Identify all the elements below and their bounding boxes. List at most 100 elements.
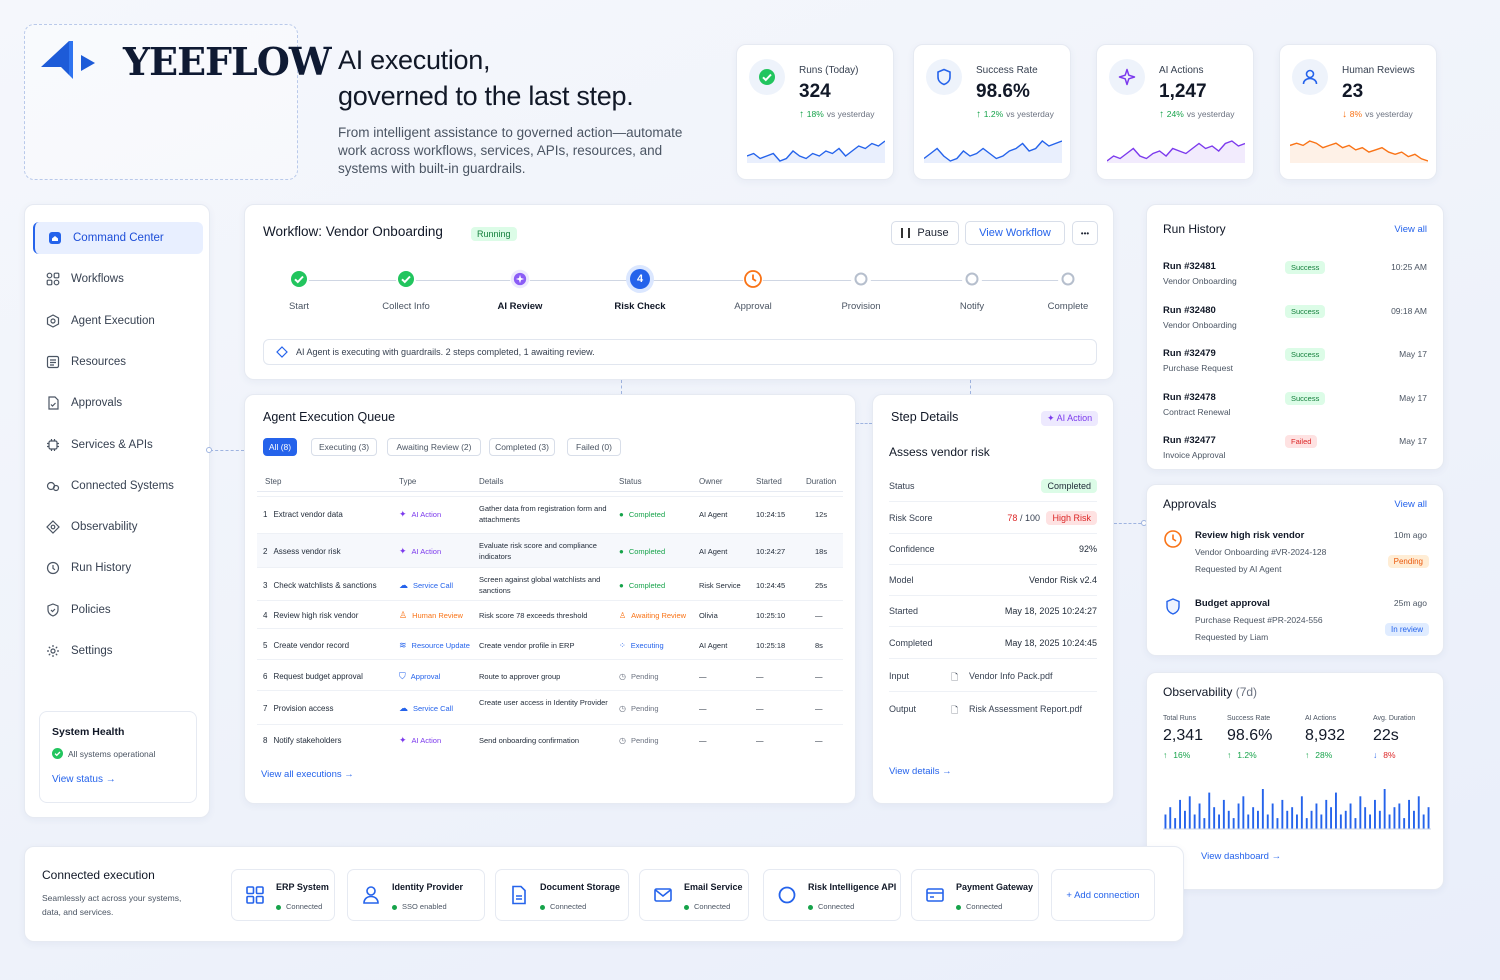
row-status: ◷ Pending: [619, 703, 659, 714]
workflow-step[interactable]: 4 Risk Check: [590, 269, 690, 312]
detail-output-row[interactable]: Output 🗋 Risk Assessment Report.pdf: [889, 694, 1097, 725]
row-number: 2: [263, 547, 268, 556]
connected-system-card[interactable]: Risk Intelligence API Connected: [763, 869, 901, 921]
workflow-step[interactable]: Complete: [1018, 269, 1118, 312]
workflow-step[interactable]: Notify: [922, 269, 1022, 312]
workflow-step[interactable]: Start: [249, 269, 349, 312]
row-started: —: [756, 671, 764, 681]
sidebar-item-services-apis[interactable]: Services & APIs: [33, 429, 203, 461]
queue-tab[interactable]: Completed (3): [489, 438, 555, 456]
view-workflow-button[interactable]: View Workflow: [965, 221, 1065, 245]
table-row[interactable]: 7 Provision access ☁ Service Call Create use…: [257, 690, 843, 724]
connected-system-card[interactable]: ERP System Connected: [231, 869, 335, 921]
sidebar-item-settings[interactable]: Settings: [33, 635, 203, 667]
connected-system-card[interactable]: Identity Provider SSO enabled: [347, 869, 485, 921]
metric-label: Success Rate: [1227, 715, 1271, 722]
observability-bar-chart: [1163, 789, 1431, 830]
approvals-view-all-link[interactable]: View all: [1394, 499, 1427, 510]
table-row[interactable]: 6 Request budget approval ⛉ Approval Route t…: [257, 659, 843, 690]
workflow-step-label: Notify: [959, 301, 985, 312]
detail-input-row[interactable]: Input 🗋 Vendor Info Pack.pdf: [889, 661, 1097, 692]
row-duration: —: [815, 671, 823, 681]
table-row[interactable]: 4 Review high risk vendor ♙ Human Review Ris…: [257, 600, 843, 628]
row-started: 10:24:15: [756, 510, 786, 519]
sidebar-item-workflows[interactable]: Workflows: [33, 263, 203, 295]
observability-metric: Avg. Duration 22s ↓ 8%: [1373, 715, 1415, 760]
observability-bar: [1266, 814, 1269, 829]
output-file-name[interactable]: Risk Assessment Report.pdf: [969, 704, 1082, 714]
view-status-link[interactable]: View status →: [52, 774, 116, 785]
view-dashboard-link[interactable]: View dashboard →: [1201, 851, 1281, 862]
table-row[interactable]: 3 Check watchlists & sanctions ☁ Service Ca…: [257, 567, 843, 600]
observability-bar: [1374, 799, 1376, 829]
row-duration: —: [815, 735, 823, 745]
queue-tab[interactable]: Awaiting Review (2): [387, 438, 481, 456]
row-details: Create vendor profile in ERP: [479, 640, 575, 650]
connected-system-card[interactable]: Payment Gateway Connected: [911, 869, 1039, 921]
row-number: 8: [263, 735, 268, 745]
sidebar-item-run-history[interactable]: Run History: [33, 552, 203, 584]
ai-action-badge-label: AI Action: [1056, 413, 1093, 423]
stat-card[interactable]: Runs (Today) 324 ↑ 18% vs yesterday: [736, 44, 894, 180]
observability-panel: Observability (7d) Total Runs 2,341 ↑ 16% Su…: [1146, 672, 1444, 890]
more-options-button[interactable]: •••: [1072, 221, 1098, 245]
detail-value: May 18, 2025 10:24:27: [1004, 606, 1097, 616]
sidebar-item-agent-execution[interactable]: Agent Execution: [33, 305, 203, 337]
workflow-step-label: AI Review: [497, 301, 543, 312]
workflow-panel: Workflow: Vendor Onboarding Running Paus…: [244, 204, 1114, 380]
arrow-down-icon: ↓: [1342, 109, 1350, 120]
row-owner: AI Agent: [699, 510, 728, 519]
table-row[interactable]: 8 Notify stakeholders ✦ AI Action Send onboa…: [257, 724, 843, 753]
table-row[interactable]: 1 Extract vendor data ✦ AI Action Gather dat…: [257, 496, 843, 530]
workflow-step[interactable]: Collect Info: [356, 269, 456, 312]
approval-item[interactable]: Budget approval Purchase Request #PR-2024…: [1163, 595, 1429, 655]
row-type: ✦ AI Action: [399, 546, 441, 557]
sidebar-item-command-center[interactable]: Command Center: [33, 222, 203, 254]
connected-system-name: Risk Intelligence API: [808, 882, 897, 892]
row-step: 5 Create vendor record: [263, 640, 349, 651]
row-details: Risk score 78 exceeds threshold: [479, 611, 588, 620]
table-row[interactable]: 2 Assess vendor risk ✦ AI Action Evaluate ri…: [257, 533, 843, 567]
run-history-item[interactable]: Run #32478 Contract Renewal Success May 17: [1163, 390, 1429, 433]
sidebar-item-label: Agent Execution: [71, 314, 155, 327]
stat-value: 1,247: [1159, 81, 1207, 102]
connected-system-card[interactable]: Email Service Connected: [639, 869, 749, 921]
input-file-name[interactable]: Vendor Info Pack.pdf: [969, 671, 1053, 681]
approval-item[interactable]: Review high risk vendor Vendor Onboarding…: [1163, 527, 1429, 587]
run-history-item[interactable]: Run #32477 Invoice Approval Failed May 17: [1163, 433, 1429, 476]
run-history-item[interactable]: Run #32480 Vendor Onboarding Success 09:18 …: [1163, 303, 1429, 346]
run-workflow-name: Invoice Approval: [1163, 450, 1226, 460]
workflow-step[interactable]: Provision: [811, 269, 911, 312]
view-all-executions-link[interactable]: View all executions →: [261, 769, 354, 780]
run-history-item[interactable]: Run #32481 Vendor Onboarding Success 10:25 …: [1163, 259, 1429, 302]
sidebar-item-approvals[interactable]: Approvals: [33, 387, 203, 419]
metric-delta: ↑ 16%: [1163, 750, 1203, 760]
row-started: 10:24:45: [756, 580, 786, 590]
queue-tab[interactable]: Executing (3): [311, 438, 377, 456]
stat-card[interactable]: AI Actions 1,247 ↑ 24% vs yesterday: [1096, 44, 1254, 180]
sidebar-item-connected-systems[interactable]: Connected Systems: [33, 470, 203, 502]
add-connection-button[interactable]: + Add connection: [1051, 869, 1155, 921]
sidebar-item-observability[interactable]: Observability: [33, 511, 203, 543]
table-row[interactable]: 5 Create vendor record ≋ Resource Update Cre…: [257, 628, 843, 659]
workflow-step[interactable]: Approval: [703, 269, 803, 312]
link-icon: [45, 478, 61, 494]
sidebar-item-resources[interactable]: Resources: [33, 346, 203, 378]
connected-system-card[interactable]: Document Storage Connected: [495, 869, 629, 921]
workflow-step[interactable]: AI Review: [470, 269, 570, 312]
stat-card[interactable]: Human Reviews 23 ↓ 8% vs yesterday: [1279, 44, 1437, 180]
connector-line: [856, 423, 872, 424]
queue-tab[interactable]: Failed (0): [567, 438, 621, 456]
awaiting-review-icon: ♙: [619, 611, 627, 620]
row-step-name: Check watchlists & sanctions: [273, 580, 377, 590]
pause-button[interactable]: Pause: [891, 221, 959, 245]
sidebar-item-policies[interactable]: Policies: [33, 594, 203, 626]
workflow-step-label: Provision: [841, 301, 881, 312]
stat-card[interactable]: Success Rate 98.6% ↑ 1.2% vs yesterday: [913, 44, 1071, 180]
run-history-view-all-link[interactable]: View all: [1394, 224, 1427, 235]
workflow-title: Workflow: Vendor Onboarding: [263, 224, 443, 239]
sidebar-item-label: Command Center: [73, 232, 164, 244]
queue-tab[interactable]: All (8): [263, 438, 297, 456]
view-details-link[interactable]: View details →: [889, 766, 952, 777]
run-history-item[interactable]: Run #32479 Purchase Request Success May 17: [1163, 346, 1429, 389]
